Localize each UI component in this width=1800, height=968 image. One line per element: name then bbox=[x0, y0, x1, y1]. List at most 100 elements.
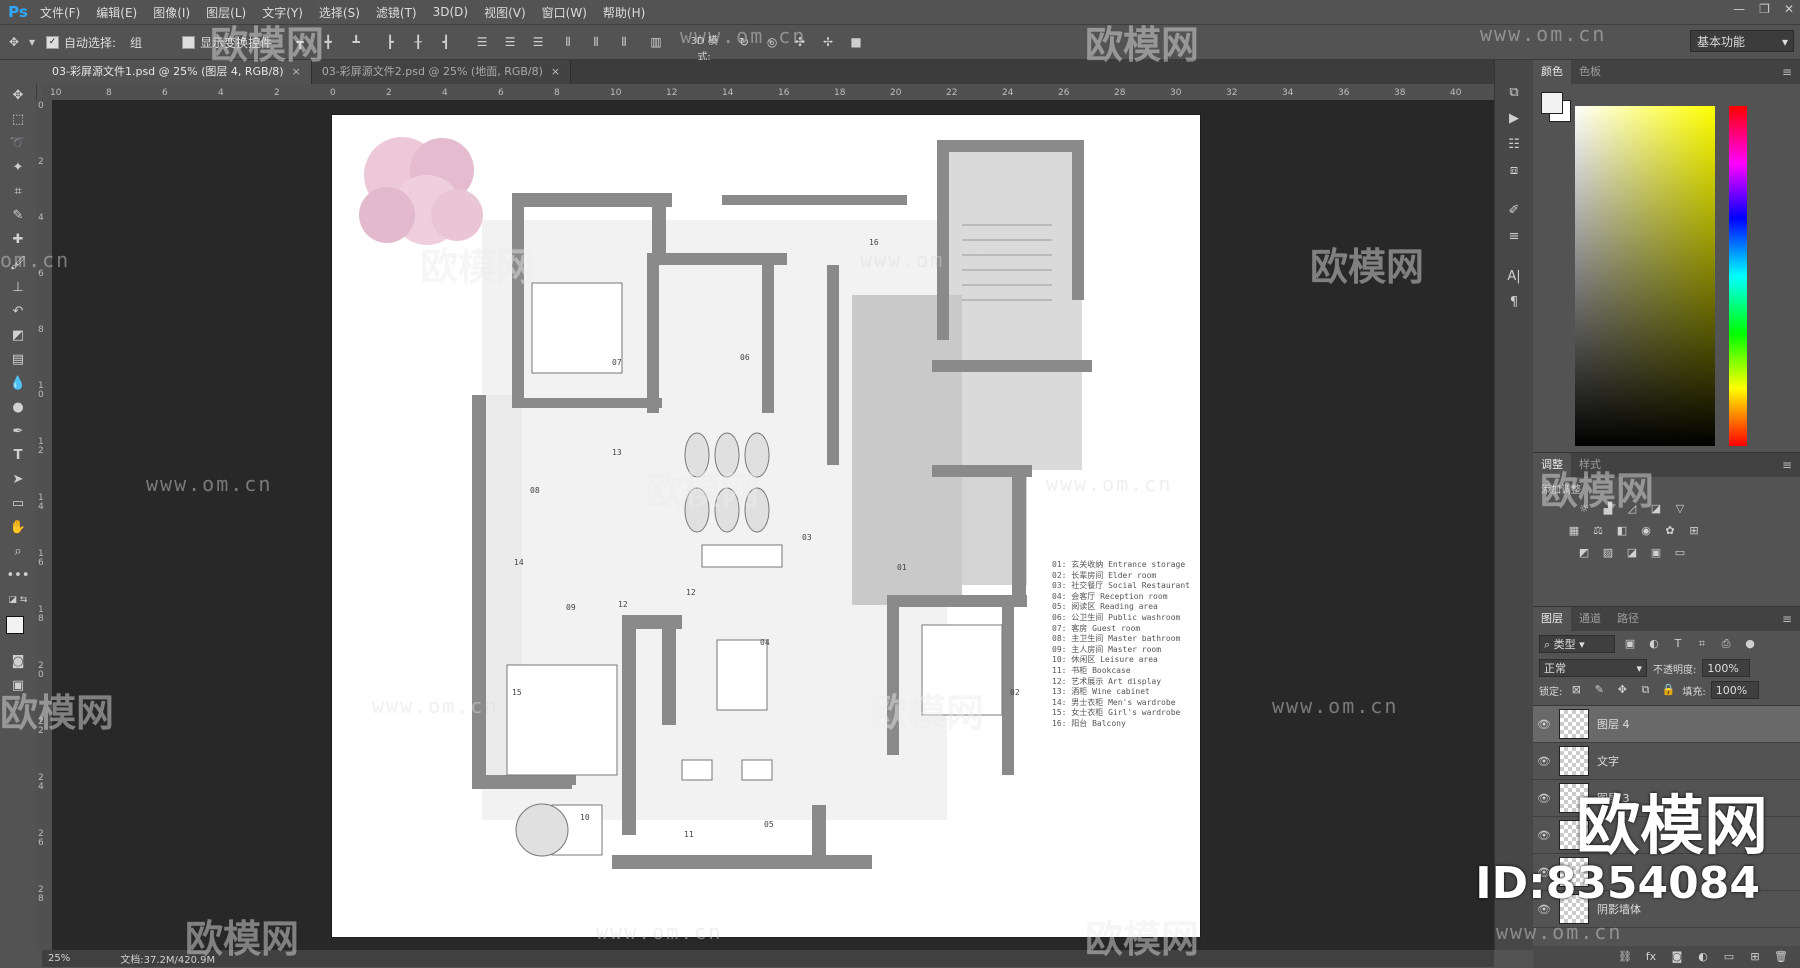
lock-artboard-icon[interactable]: ⧉ bbox=[1636, 683, 1654, 697]
auto-select-dropdown[interactable]: 组 bbox=[130, 34, 142, 51]
path-selection-tool-icon[interactable]: ➤ bbox=[0, 468, 36, 492]
filter-type-icon[interactable]: T bbox=[1669, 637, 1687, 651]
brush-settings-icon[interactable]: ≡ bbox=[1495, 224, 1533, 250]
properties-icon[interactable]: ☷ bbox=[1495, 132, 1533, 158]
channel-mixer-icon[interactable]: ✿ bbox=[1661, 524, 1679, 538]
hue-saturation-icon[interactable]: ▦ bbox=[1565, 524, 1583, 538]
filter-pixel-icon[interactable]: ▣ bbox=[1621, 637, 1639, 651]
eye-icon[interactable]: 👁 bbox=[1533, 792, 1555, 805]
panel-menu-icon[interactable]: ≡ bbox=[1782, 65, 1792, 79]
threshold-icon[interactable]: ◪ bbox=[1623, 546, 1641, 560]
opacity-input[interactable]: 100% bbox=[1702, 659, 1751, 677]
align-bottom-icon[interactable]: ┻ bbox=[348, 34, 364, 50]
zoom-tool-icon[interactable]: ⌕ bbox=[0, 540, 36, 564]
layer-style-icon[interactable]: fx bbox=[1642, 950, 1660, 964]
color-picker-field[interactable] bbox=[1575, 106, 1715, 446]
eraser-tool-icon[interactable]: ◩ bbox=[0, 324, 36, 348]
trash-icon[interactable]: 🗑 bbox=[1772, 950, 1790, 964]
chevron-down-icon[interactable]: ▾ bbox=[28, 34, 36, 50]
posterize-icon[interactable]: ▨ bbox=[1599, 546, 1617, 560]
tab-color[interactable]: 颜色 bbox=[1533, 60, 1571, 84]
history-icon[interactable]: ⧉ bbox=[1495, 80, 1533, 106]
auto-select-checkbox[interactable]: ✓ bbox=[46, 35, 59, 49]
marquee-tool-icon[interactable]: ⬚ bbox=[0, 108, 36, 132]
type-tool-icon[interactable]: T bbox=[0, 444, 36, 468]
history-brush-tool-icon[interactable]: ↶ bbox=[0, 300, 36, 324]
zoom-level[interactable]: 25% bbox=[48, 953, 70, 964]
new-group-icon[interactable]: ▭ bbox=[1720, 950, 1738, 964]
distribute-left-icon[interactable]: ⫴ bbox=[560, 34, 576, 50]
align-left-icon[interactable]: ┣ bbox=[382, 34, 398, 50]
paragraph-icon[interactable]: ¶ bbox=[1495, 290, 1533, 316]
distribute-bottom-icon[interactable]: ☰ bbox=[530, 34, 546, 50]
lasso-tool-icon[interactable]: ➰ bbox=[0, 132, 36, 156]
photo-filter-icon[interactable]: ◉ bbox=[1637, 524, 1655, 538]
tab-swatches[interactable]: 色板 bbox=[1571, 60, 1609, 84]
menu-file[interactable]: 文件(F) bbox=[32, 4, 88, 21]
move-tool-icon[interactable]: ✥ bbox=[0, 84, 36, 108]
clone-source-icon[interactable]: ⧈ bbox=[1495, 158, 1533, 184]
eye-icon[interactable]: 👁 bbox=[1533, 829, 1555, 842]
gradient-map-icon[interactable]: ▭ bbox=[1671, 546, 1689, 560]
eye-icon[interactable]: 👁 bbox=[1533, 755, 1555, 768]
character-icon[interactable]: A| bbox=[1495, 264, 1533, 290]
lock-transparency-icon[interactable]: ⊠ bbox=[1567, 683, 1585, 697]
tab-paths[interactable]: 路径 bbox=[1609, 607, 1647, 631]
distribute-top-icon[interactable]: ☰ bbox=[474, 34, 490, 50]
distribute-center-icon[interactable]: ⫴ bbox=[588, 34, 604, 50]
hand-tool-icon[interactable]: ✋ bbox=[0, 516, 36, 540]
blend-mode-select[interactable]: 正常 ▾ bbox=[1539, 659, 1647, 677]
foreground-color-swatch[interactable] bbox=[1541, 92, 1563, 114]
align-center-icon[interactable]: ╂ bbox=[410, 34, 426, 50]
link-layers-icon[interactable]: ⛓ bbox=[1616, 950, 1634, 964]
hue-slider[interactable] bbox=[1729, 106, 1747, 446]
menu-edit[interactable]: 编辑(E) bbox=[88, 4, 145, 21]
brush-presets-icon[interactable]: ✐ bbox=[1495, 198, 1533, 224]
horizontal-ruler[interactable]: 10 8 6 4 2 0 2 4 6 8 10 12 14 16 18 20 22 24 26 28 30 32 34 36 3… bbox=[42, 84, 1494, 101]
menu-filter[interactable]: 滤镜(T) bbox=[368, 4, 425, 21]
default-colors-icon[interactable]: ◪ ⇆ bbox=[0, 588, 36, 612]
filter-toggle-icon[interactable]: ● bbox=[1741, 637, 1759, 651]
menu-image[interactable]: 图像(I) bbox=[145, 4, 198, 21]
actions-icon[interactable]: ▶ bbox=[1495, 106, 1533, 132]
filter-adjustment-icon[interactable]: ◐ bbox=[1645, 637, 1663, 651]
vertical-ruler[interactable]: 024681 01 21 41 61 82 02 22 42 62 8 bbox=[36, 100, 53, 950]
filter-smart-object-icon[interactable]: ⎙ bbox=[1717, 637, 1735, 651]
more-tools-icon[interactable]: ••• bbox=[0, 564, 36, 588]
menu-3d[interactable]: 3D(D) bbox=[425, 5, 476, 19]
menu-window[interactable]: 窗口(W) bbox=[534, 4, 595, 21]
tab-layers[interactable]: 图层 bbox=[1533, 607, 1571, 631]
crop-tool-icon[interactable]: ⌗ bbox=[0, 180, 36, 204]
minimize-icon[interactable]: — bbox=[1733, 2, 1745, 16]
blur-tool-icon[interactable]: 💧 bbox=[0, 372, 36, 396]
vibrance-icon[interactable]: ▽ bbox=[1671, 502, 1689, 516]
clone-stamp-tool-icon[interactable]: ⊥ bbox=[0, 276, 36, 300]
panel-menu-icon[interactable]: ≡ bbox=[1782, 612, 1792, 626]
fill-input[interactable]: 100% bbox=[1710, 681, 1759, 699]
3d-scale-icon[interactable]: ■ bbox=[848, 34, 864, 50]
restore-icon[interactable]: ❐ bbox=[1759, 2, 1770, 16]
3d-slide-icon[interactable]: ✢ bbox=[820, 34, 836, 50]
eyedropper-tool-icon[interactable]: ✎ bbox=[0, 204, 36, 228]
filter-shape-icon[interactable]: ⌗ bbox=[1693, 637, 1711, 651]
tab-channels[interactable]: 通道 bbox=[1571, 607, 1609, 631]
color-balance-icon[interactable]: ⚖ bbox=[1589, 524, 1607, 538]
layer-row[interactable]: 👁 图层 4 bbox=[1533, 706, 1800, 743]
layer-filter-select[interactable]: ⌕ 类型 ▾ bbox=[1539, 635, 1615, 653]
dodge-tool-icon[interactable]: ● bbox=[0, 396, 36, 420]
magic-wand-tool-icon[interactable]: ✦ bbox=[0, 156, 36, 180]
tab-document-2[interactable]: 03-彩屏源文件2.psd @ 25% (地面, RGB/8) × bbox=[311, 60, 572, 84]
rectangle-tool-icon[interactable]: ▭ bbox=[0, 492, 36, 516]
selective-color-icon[interactable]: ▣ bbox=[1647, 546, 1665, 560]
align-right-icon[interactable]: ┫ bbox=[438, 34, 454, 50]
black-white-icon[interactable]: ◧ bbox=[1613, 524, 1631, 538]
distribute-middle-icon[interactable]: ☰ bbox=[502, 34, 518, 50]
eye-icon[interactable]: 👁 bbox=[1533, 718, 1555, 731]
invert-icon[interactable]: ◩ bbox=[1575, 546, 1593, 560]
gradient-tool-icon[interactable]: ▤ bbox=[0, 348, 36, 372]
menu-help[interactable]: 帮助(H) bbox=[595, 4, 653, 21]
quick-mask-icon[interactable]: ◙ bbox=[0, 650, 36, 674]
move-tool-icon[interactable]: ✥ bbox=[6, 34, 22, 50]
show-transform-checkbox[interactable] bbox=[182, 35, 196, 49]
pen-tool-icon[interactable]: ✒ bbox=[0, 420, 36, 444]
